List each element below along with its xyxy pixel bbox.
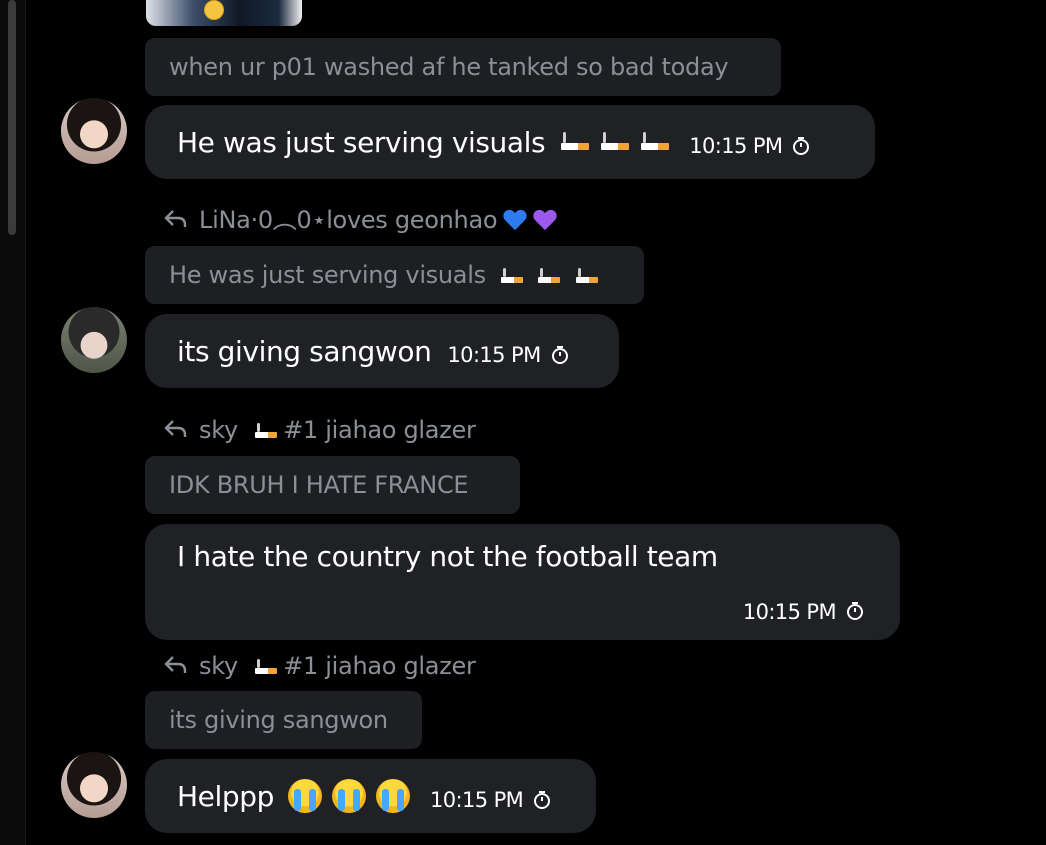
message-bubble[interactable]: He was just serving visuals 10:15 PM [145,105,875,179]
quoted-message[interactable]: He was just serving visuals [145,246,644,304]
cigarette-emoji [253,422,278,440]
quoted-message-text: its giving sangwon [169,706,388,734]
message-timestamp: 10:15 PM [742,600,837,624]
quoted-message[interactable]: when ur p01 washed af he tanked so bad t… [145,38,781,96]
emoji-group [287,779,420,813]
loudly-crying-face-emoji [287,779,322,813]
emoji-group [499,246,604,304]
reply-author: sky [199,416,238,444]
disappearing-timer-icon [792,137,810,155]
cigarette-emoji [599,132,631,152]
reply-header: LiNa·0︵0⋆loves geonhao [163,204,557,236]
quoted-message-text: when ur p01 washed af he tanked so bad t… [169,53,729,81]
avatar[interactable] [61,752,127,818]
shared-image[interactable] [146,0,302,26]
cigarette-emoji [253,658,278,676]
disappearing-timer-icon [846,602,864,620]
avatar[interactable] [61,307,127,373]
message-text: Helppp [177,779,274,813]
message-timestamp: 10:15 PM [429,788,524,812]
cigarette-emoji [559,132,591,152]
reply-author-suffix: #1 jiahao glazer [283,652,476,680]
message-timestamp: 10:15 PM [689,134,783,158]
scrollbar-thumb[interactable] [8,0,16,235]
emoji-group [559,132,679,152]
cigarette-emoji [574,267,598,285]
disappearing-timer-icon [533,791,551,809]
message-timestamp: 10:15 PM [447,343,541,367]
cigarette-emoji [499,267,524,285]
quoted-message-text: He was just serving visuals [169,261,486,289]
disappearing-timer-icon [551,346,569,364]
quoted-message-text: IDK BRUH I HATE FRANCE [169,471,469,499]
message-text: its giving sangwon [177,334,432,368]
loudly-crying-face-emoji [331,779,366,813]
reply-author-suffix: #1 jiahao glazer [283,416,476,444]
chat-window: when ur p01 washed af he tanked so bad t… [0,0,1046,845]
message-bubble[interactable]: I hate the country not the football team… [145,524,900,640]
cigarette-emoji [536,267,561,285]
reply-arrow-icon [163,415,189,447]
reply-arrow-icon [163,205,189,237]
loudly-crying-face-emoji [375,779,410,813]
reply-author: LiNa·0︵0⋆loves geonhao [199,206,498,234]
quoted-message[interactable]: IDK BRUH I HATE FRANCE [145,456,520,514]
reply-arrow-icon [163,651,189,683]
message-bubble[interactable]: its giving sangwon 10:15 PM [145,314,619,388]
reply-header: sky #1 jiahao glazer [163,650,476,682]
reply-header: sky #1 jiahao glazer [163,414,476,446]
message-bubble[interactable]: Helppp 10:15 PM [145,759,596,833]
message-text: He was just serving visuals [177,125,546,159]
reply-author: sky [199,652,238,680]
scrollbar[interactable] [0,0,26,845]
purple-heart-emoji [533,210,557,232]
blue-heart-emoji [503,210,527,232]
cigarette-emoji [639,132,671,152]
avatar[interactable] [61,98,127,164]
message-text: I hate the country not the football team [177,540,718,573]
smiley-sticker [204,0,224,20]
quoted-message[interactable]: its giving sangwon [145,691,422,749]
